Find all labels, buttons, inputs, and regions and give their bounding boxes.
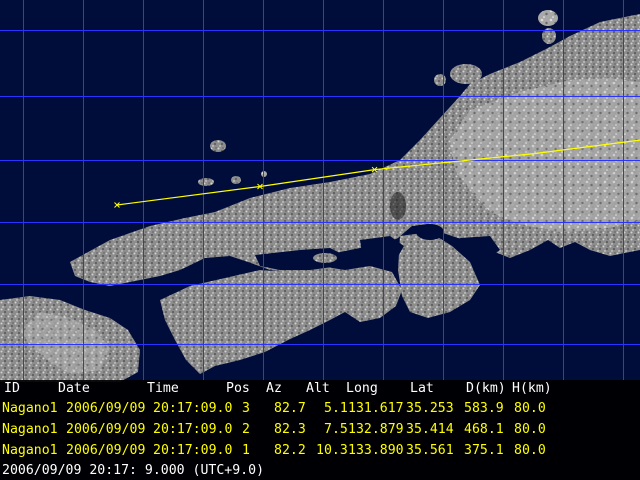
cell-long: 131.617: [348, 401, 404, 416]
cell-az: 82.2: [274, 443, 306, 458]
cell-height: 80.0: [514, 401, 546, 416]
header-alt: Alt: [306, 381, 330, 396]
meteor-map-screen: ID Date Time Pos Az Alt Long Lat D(km) H…: [0, 0, 640, 480]
cell-distance: 468.1: [464, 422, 504, 437]
cell-distance: 375.1: [464, 443, 504, 458]
cell-date: 2006/09/09: [66, 422, 146, 437]
cell-pos: 1: [242, 443, 250, 458]
table-row: Nagano1 2006/09/09 20:17:09.0 3 82.7 5.1…: [0, 400, 640, 417]
header-time: Time: [147, 381, 179, 396]
cell-alt: 5.1: [324, 401, 348, 416]
header-id: ID: [4, 381, 20, 396]
header-date: Date: [58, 381, 90, 396]
header-distance: D(km): [466, 381, 506, 396]
cell-id: Nagano1: [2, 443, 58, 458]
cell-time: 20:17:09.0: [153, 443, 233, 458]
header-height: H(km): [512, 381, 552, 396]
header-lat: Lat: [410, 381, 434, 396]
header-long: Long: [346, 381, 378, 396]
cell-pos: 3: [242, 401, 250, 416]
cell-id: Nagano1: [2, 422, 58, 437]
cell-date: 2006/09/09: [66, 401, 146, 416]
cell-height: 80.0: [514, 422, 546, 437]
cell-az: 82.7: [274, 401, 306, 416]
cell-lat: 35.253: [406, 401, 454, 416]
cell-lat: 35.561: [406, 443, 454, 458]
header-az: Az: [266, 381, 282, 396]
header-pos: Pos: [226, 381, 250, 396]
cell-pos: 2: [242, 422, 250, 437]
cell-alt: 10.3: [316, 443, 348, 458]
cell-height: 80.0: [514, 443, 546, 458]
cell-distance: 583.9: [464, 401, 504, 416]
timestamp-footer: 2006/09/09 20:17: 9.000 (UTC+9.0): [0, 462, 640, 479]
cell-id: Nagano1: [2, 401, 58, 416]
footer-timestamp: 2006/09/09 20:17: 9.000 (UTC+9.0): [2, 463, 265, 478]
cell-az: 82.3: [274, 422, 306, 437]
cell-time: 20:17:09.0: [153, 422, 233, 437]
cell-long: 133.890: [348, 443, 404, 458]
cell-date: 2006/09/09: [66, 443, 146, 458]
table-header-row: ID Date Time Pos Az Alt Long Lat D(km) H…: [0, 380, 640, 397]
cell-alt: 7.5: [324, 422, 348, 437]
table-row: Nagano1 2006/09/09 20:17:09.0 1 82.2 10.…: [0, 442, 640, 459]
cell-long: 132.879: [348, 422, 404, 437]
cell-lat: 35.414: [406, 422, 454, 437]
cell-time: 20:17:09.0: [153, 401, 233, 416]
table-row: Nagano1 2006/09/09 20:17:09.0 2 82.3 7.5…: [0, 421, 640, 438]
